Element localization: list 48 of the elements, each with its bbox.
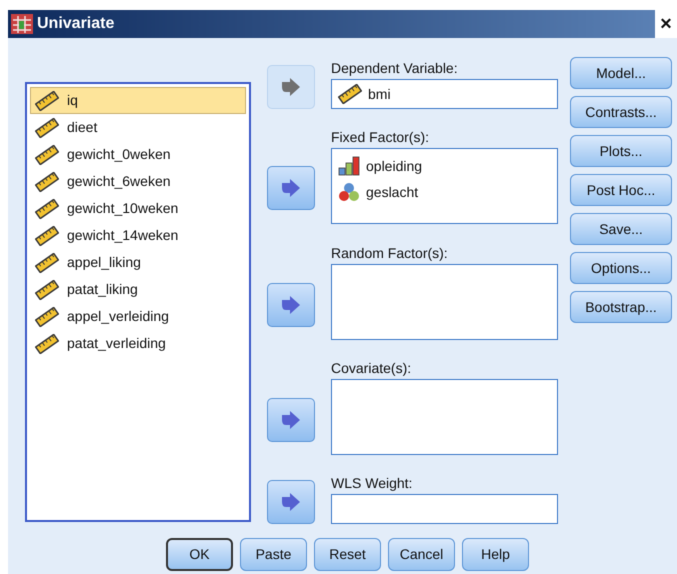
window-title: Univariate <box>37 14 114 34</box>
dialog-button[interactable]: Help <box>462 538 529 571</box>
variable-item[interactable]: geslacht <box>338 179 551 205</box>
circles-icon <box>338 182 360 202</box>
variable-item[interactable]: appel_liking <box>30 249 246 276</box>
arrow-icon <box>281 411 301 429</box>
dialog-button[interactable]: OK <box>166 538 233 571</box>
variable-item[interactable]: iq <box>30 87 246 114</box>
variable-item[interactable]: opleiding <box>338 153 551 179</box>
variable-item[interactable]: dieet <box>30 114 246 141</box>
variable-item[interactable]: patat_liking <box>30 276 246 303</box>
target-list[interactable] <box>331 264 558 340</box>
variable-item[interactable]: bmi <box>338 81 551 107</box>
target-field[interactable] <box>331 494 558 524</box>
arrow-icon <box>281 179 301 197</box>
field-label: Covariate(s): <box>331 359 412 377</box>
variable-item[interactable]: gewicht_10weken <box>30 195 246 222</box>
arrow-icon <box>281 493 301 511</box>
dialog-button[interactable]: Post Hoc... <box>570 174 672 206</box>
bar-chart-icon <box>338 156 360 176</box>
dialog-button[interactable]: Bootstrap... <box>570 291 672 323</box>
dialog-button[interactable]: Cancel <box>388 538 455 571</box>
dialog-button[interactable]: Contrasts... <box>570 96 672 128</box>
target-list[interactable]: opleiding geslacht <box>331 148 558 224</box>
field-label: Dependent Variable: <box>331 59 459 77</box>
variable-item[interactable]: appel_verleiding <box>30 303 246 330</box>
move-arrow-button[interactable] <box>267 283 315 327</box>
field-label: Fixed Factor(s): <box>331 128 430 146</box>
dialog-button[interactable]: Reset <box>314 538 381 571</box>
field-label: Random Factor(s): <box>331 244 449 262</box>
variable-item[interactable]: gewicht_14weken <box>30 222 246 249</box>
arrow-icon <box>281 296 301 314</box>
dialog-button[interactable]: Model... <box>570 57 672 89</box>
arrow-icon <box>281 78 301 96</box>
dialog-button[interactable]: Options... <box>570 252 672 284</box>
field-label: WLS Weight: <box>331 474 414 492</box>
target-list[interactable] <box>331 379 558 455</box>
target-field[interactable]: bmi <box>331 79 558 109</box>
variable-item[interactable]: gewicht_6weken <box>30 168 246 195</box>
move-arrow-button[interactable] <box>267 166 315 210</box>
app-icon <box>11 14 33 34</box>
move-arrow-button[interactable] <box>267 398 315 442</box>
dialog-button[interactable]: Save... <box>570 213 672 245</box>
variable-item[interactable]: gewicht_0weken <box>30 141 246 168</box>
variable-item[interactable]: patat_verleiding <box>30 330 246 357</box>
dialog-button[interactable]: Plots... <box>570 135 672 167</box>
dialog-button[interactable]: Paste <box>240 538 307 571</box>
move-arrow-button[interactable] <box>267 480 315 524</box>
